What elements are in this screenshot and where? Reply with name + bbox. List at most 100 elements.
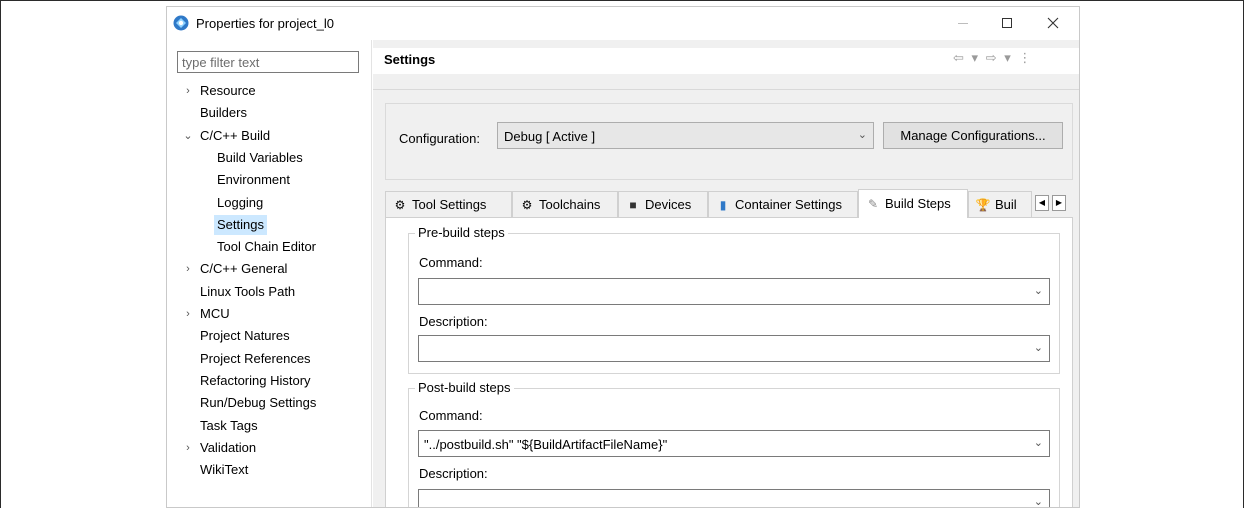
post-command-combo[interactable]: "../postbuild.sh" "${BuildArtifactFileNa… [418,430,1050,457]
history-nav: ⇦ ▾ ⇨ ▾ ⋮ [953,50,1033,66]
trophy-icon: 🏆 [975,198,991,212]
tab-label: Toolchains [539,197,601,212]
sidebar-item-wikitext[interactable]: WikiText [167,460,367,480]
sidebar-item-environment[interactable]: Environment [167,170,367,190]
sidebar-item-project-natures[interactable]: Project Natures [167,326,367,346]
sidebar-item-run-debug-settings[interactable]: Run/Debug Settings [167,393,367,413]
sidebar-item-label: WikiText [200,462,249,477]
gear-icon: ⚙ [521,198,533,212]
ide-logo-icon [173,15,189,31]
back-dropdown-icon[interactable]: ▾ [972,50,981,65]
pre-description-combo[interactable]: ⌄ [418,335,1050,362]
sidebar-item-c-c-general[interactable]: › C/C++ General [167,259,367,279]
sidebar-item-label: Resource [200,83,256,98]
container-icon: ▮ [719,198,727,212]
tab-scroll-left-button[interactable]: ◀ [1035,195,1049,211]
close-button[interactable] [1035,11,1071,35]
post-build-title: Post-build steps [415,380,514,395]
post-description-combo[interactable]: ⌄ [418,489,1050,508]
gear-icon: ⚙ [394,198,406,212]
maximize-icon [1002,18,1012,28]
back-arrow-icon[interactable]: ⇦ [953,50,966,65]
build-steps-panel: Pre-build steps Command: ⌄ Description: … [385,217,1073,508]
sidebar-item-label: MCU [200,306,230,321]
sidebar-item-logging[interactable]: Logging [167,193,367,213]
sidebar-item-label: Linux Tools Path [200,284,296,299]
maximize-button[interactable] [989,11,1025,35]
chevron-down-icon: ⌄ [1033,342,1043,354]
view-menu-icon[interactable]: ⋮ [1018,50,1033,65]
chevron-down-icon: ⌄ [1033,437,1043,449]
tab-devices[interactable]: ■ Devices [618,191,708,217]
sidebar-item-tool-chain-editor[interactable]: Tool Chain Editor [167,237,367,257]
minimize-icon [958,23,968,24]
tab-label: Container Settings [735,197,842,212]
tab-build-artifact[interactable]: 🏆 Buil [968,191,1032,217]
chevron-down-icon: ⌄ [1033,285,1043,297]
window-title: Properties for project_l0 [196,16,335,31]
sidebar-item-refactoring-history[interactable]: Refactoring History [167,371,367,391]
sidebar-item-label: Builders [200,105,247,120]
sidebar-item-label: Environment [217,172,290,187]
pre-description-label: Description: [419,314,488,329]
close-icon [1047,17,1059,29]
pre-command-combo[interactable]: ⌄ [418,278,1050,305]
sidebar-item-build-variables[interactable]: Build Variables [167,148,367,168]
sidebar-item-label: C/C++ Build [200,128,271,143]
configuration-group: Configuration: Debug [ Active ] ⌄ Manage… [385,103,1073,180]
settings-pane: Settings ⇦ ▾ ⇨ ▾ ⋮ Configuration: Debug … [373,40,1079,508]
settings-tabs: ⚙ Tool Settings ⚙ Toolchains ■ Devices ▮ Con… [385,189,1073,218]
sidebar-item-label: Run/Debug Settings [200,395,317,410]
configuration-value: Debug [ Active ] [504,129,596,144]
tab-tool-settings[interactable]: ⚙ Tool Settings [385,191,512,217]
post-build-group: Post-build steps Command: "../postbuild.… [408,380,1060,508]
tab-build-steps[interactable]: ✎ Build Steps [858,189,968,218]
forward-arrow-icon[interactable]: ⇨ [986,50,999,65]
chevron-right-icon[interactable]: › [182,81,194,101]
sidebar-item-label: Tool Chain Editor [217,239,316,254]
sidebar-item-label: Task Tags [200,418,258,433]
configuration-select[interactable]: Debug [ Active ] ⌄ [497,122,874,149]
pre-build-title: Pre-build steps [415,225,508,240]
pre-build-group: Pre-build steps Command: ⌄ Description: … [408,225,1060,374]
manage-configurations-button[interactable]: Manage Configurations... [883,122,1063,149]
chevron-right-icon[interactable]: › [182,438,194,458]
chevron-down-icon: ⌄ [857,129,867,141]
sidebar-item-c-c-build[interactable]: ⌄ C/C++ Build [167,126,367,146]
sidebar-item-settings[interactable]: Settings [167,215,367,235]
sidebar-item-task-tags[interactable]: Task Tags [167,416,367,436]
filter-input[interactable] [177,51,359,73]
configuration-label: Configuration: [399,131,480,146]
sidebar-item-builders[interactable]: Builders [167,103,367,123]
tab-scroll-right-button[interactable]: ▶ [1052,195,1066,211]
build-steps-icon: ✎ [867,197,879,211]
sidebar-item-label: Build Variables [217,150,303,165]
header-separator [373,89,1079,90]
sidebar-item-label: Project References [200,351,311,366]
sidebar-item-label: Project Natures [200,328,290,343]
post-description-label: Description: [419,466,488,481]
sidebar-item-validation[interactable]: › Validation [167,438,367,458]
chevron-right-icon[interactable]: › [182,304,194,324]
sidebar-item-resource[interactable]: › Resource [167,81,367,101]
pane-divider[interactable] [371,40,372,507]
sidebar-item-project-references[interactable]: Project References [167,349,367,369]
tab-label: Devices [645,197,692,212]
forward-dropdown-icon[interactable]: ▾ [1004,50,1013,65]
tab-label: Buil [995,197,1017,212]
chevron-down-icon[interactable]: ⌄ [182,126,194,146]
sidebar-item-linux-tools-path[interactable]: Linux Tools Path [167,282,367,302]
tab-toolchains[interactable]: ⚙ Toolchains [512,191,618,217]
sidebar-item-mcu[interactable]: › MCU [167,304,367,324]
sidebar-item-label: Validation [200,440,257,455]
minimize-button[interactable] [945,11,981,35]
pre-command-label: Command: [419,255,483,270]
chevron-down-icon: ⌄ [1033,496,1043,508]
sidebar-item-label: Settings [214,215,267,235]
sidebar-item-label: C/C++ General [200,261,288,276]
title-bar: Properties for project_l0 [167,7,1079,40]
post-command-label: Command: [419,408,483,423]
chevron-right-icon[interactable]: › [182,259,194,279]
chip-icon: ■ [629,198,637,212]
tab-container-settings[interactable]: ▮ Container Settings [708,191,858,217]
